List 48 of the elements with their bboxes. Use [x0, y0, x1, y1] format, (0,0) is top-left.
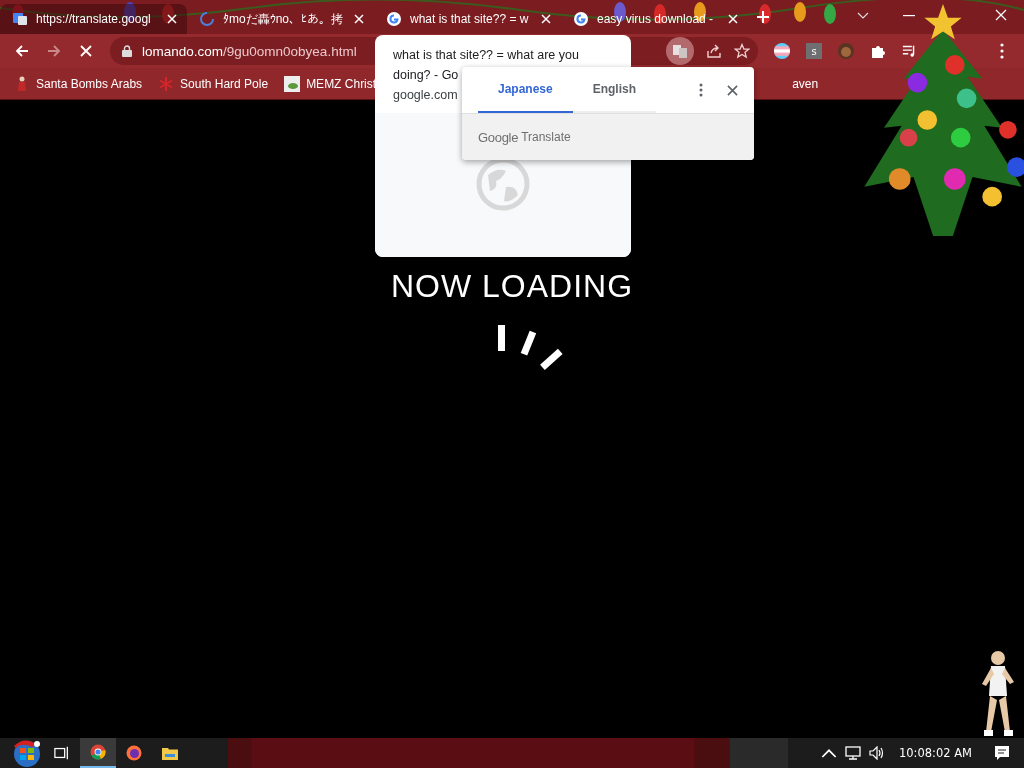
back-icon[interactable]	[14, 43, 30, 59]
chrome-taskbar-button[interactable]	[80, 738, 116, 768]
browser-tab[interactable]: ﾀmoだ轟ｳno、ﾋあ。拷	[187, 4, 374, 34]
firefox-icon[interactable]	[126, 745, 142, 761]
lock-icon	[122, 45, 132, 57]
hover-card-domain: google.com	[393, 87, 458, 104]
bookmark[interactable]: Santa Bombs Arabs	[14, 75, 143, 92]
google-icon	[573, 11, 589, 27]
folder-icon[interactable]	[162, 745, 178, 761]
url-text: lomando.com/9gu0omn0obyea.html	[142, 43, 357, 59]
more-options-icon[interactable]	[699, 83, 703, 97]
tab-title: what is that site?? = w	[410, 12, 530, 26]
bookmark[interactable]: MEMZ Christ	[284, 75, 377, 92]
bookmark[interactable]: South Hard Pole	[158, 75, 269, 92]
network-icon[interactable]	[844, 746, 861, 760]
close-icon[interactable]	[727, 84, 738, 96]
translate-icon[interactable]	[666, 37, 694, 65]
task-view-icon[interactable]	[54, 745, 70, 761]
loading-heading: NOW LOADING	[390, 268, 634, 305]
tab-search-icon[interactable]	[857, 12, 869, 20]
tab-title: https://translate.googl	[36, 12, 152, 26]
image-icon	[284, 75, 301, 92]
flag-icon[interactable]	[774, 43, 790, 59]
menu-icon[interactable]	[1000, 43, 1004, 59]
browser-tab[interactable]: https://translate.googl	[0, 4, 187, 34]
globe-icon	[476, 157, 530, 211]
browser-tab[interactable]: easy virus download -	[561, 4, 748, 34]
google-icon	[386, 11, 402, 27]
clock[interactable]: 10:08:02 AM	[898, 746, 972, 760]
bookmark[interactable]: aven	[792, 76, 819, 91]
volume-icon[interactable]	[868, 746, 885, 760]
translate-icon	[12, 11, 28, 27]
tab-title: easy virus download -	[597, 12, 715, 26]
minimize-icon[interactable]	[903, 15, 915, 17]
stop-icon[interactable]	[78, 43, 94, 59]
notification-icon[interactable]	[994, 745, 1010, 761]
snowflake-icon	[158, 75, 175, 92]
chrome-icon	[90, 744, 106, 760]
star-icon[interactable]	[734, 43, 750, 59]
forward-icon[interactable]	[46, 43, 62, 59]
extension-button[interactable]: s	[806, 43, 822, 59]
puzzle-icon[interactable]	[870, 43, 886, 59]
translate-label: Translate	[521, 130, 571, 144]
browser-tab[interactable]: what is that site?? = w	[374, 4, 561, 34]
tab-title: ﾀmoだ轟ｳno、ﾋあ。拷	[223, 10, 345, 28]
new-tab-icon[interactable]	[756, 10, 770, 24]
share-icon[interactable]	[706, 43, 722, 59]
google-logo: Google	[478, 129, 519, 145]
